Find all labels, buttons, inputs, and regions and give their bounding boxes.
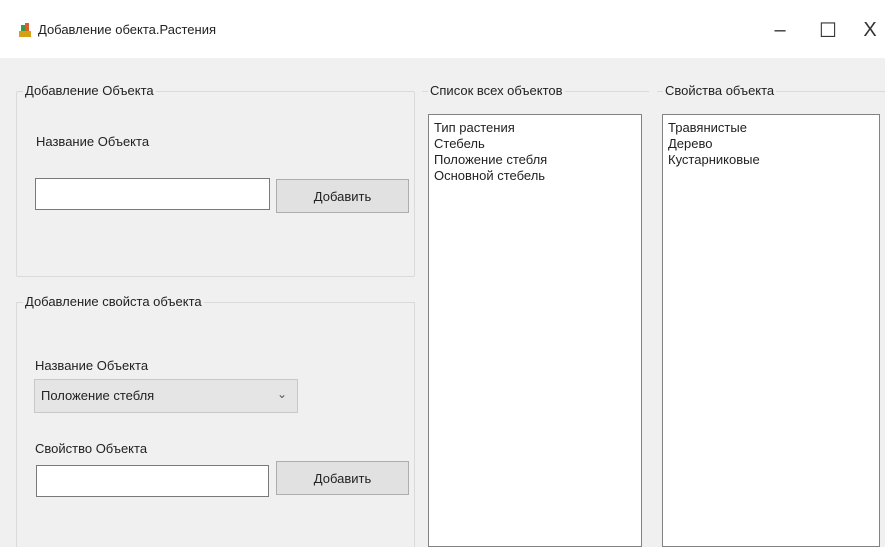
- list-item[interactable]: Дерево: [668, 136, 874, 152]
- objects-list-title: Список всех объектов: [428, 83, 565, 98]
- object-select-value: Положение стебля: [41, 388, 155, 403]
- add-property-button[interactable]: Добавить: [276, 461, 409, 495]
- properties-list-group: Свойства объекта Травянистые Дерево Куст…: [657, 83, 885, 547]
- add-object-group: Добавление Объекта Название Объекта Доба…: [16, 83, 415, 277]
- objects-list-group: Список всех объектов Тип растения Стебел…: [422, 83, 649, 547]
- objects-listbox[interactable]: Тип растения Стебель Положение стебля Ос…: [428, 114, 642, 547]
- close-button[interactable]: X: [850, 10, 885, 50]
- list-item[interactable]: Тип растения: [434, 120, 636, 136]
- list-item[interactable]: Положение стебля: [434, 152, 636, 168]
- object-select[interactable]: Положение стебля ⌄: [34, 379, 298, 413]
- list-item[interactable]: Основной стебель: [434, 168, 636, 184]
- list-item[interactable]: Кустарниковые: [668, 152, 874, 168]
- title-bar: Добавление обекта.Растения – ☐ X: [0, 0, 885, 58]
- list-item[interactable]: Стебель: [434, 136, 636, 152]
- plant-app-icon: [19, 23, 31, 37]
- chevron-down-icon: ⌄: [277, 387, 288, 401]
- property-label: Свойство Объекта: [35, 441, 148, 456]
- list-item[interactable]: Травянистые: [668, 120, 874, 136]
- object-name-input[interactable]: [35, 178, 270, 210]
- property-object-label: Название Объекта: [35, 358, 149, 373]
- minimize-button[interactable]: –: [760, 10, 800, 50]
- window-title: Добавление обекта.Растения: [38, 22, 216, 37]
- add-property-group: Добавление свойста объекта Название Объе…: [16, 294, 415, 547]
- properties-listbox[interactable]: Травянистые Дерево Кустарниковые: [662, 114, 880, 547]
- property-input[interactable]: [36, 465, 269, 497]
- add-object-button[interactable]: Добавить: [276, 179, 409, 213]
- object-name-label: Название Объекта: [36, 134, 150, 149]
- add-property-group-title: Добавление свойста объекта: [23, 294, 204, 309]
- maximize-button[interactable]: ☐: [808, 10, 848, 50]
- properties-list-title: Свойства объекта: [663, 83, 777, 98]
- add-object-group-title: Добавление Объекта: [23, 83, 156, 98]
